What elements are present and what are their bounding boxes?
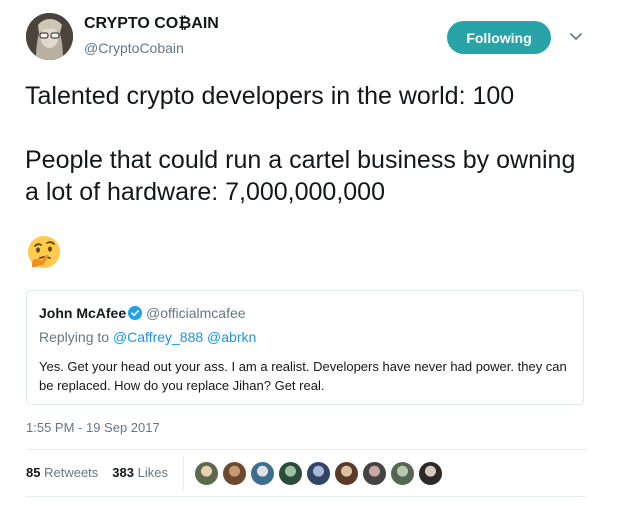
quoted-tweet-text: Yes. Get your head out your ass. I am a … [39, 359, 567, 393]
liker-avatar[interactable] [250, 461, 275, 486]
tweet-spacer [25, 112, 595, 144]
replying-to-mentions[interactable]: @Caffrey_888 @abrkn [113, 329, 256, 345]
tweet-line-2: People that could run a cartel business … [25, 146, 576, 206]
avatar-portrait-icon [26, 13, 73, 60]
replying-to: Replying to @Caffrey_888 @abrkn [39, 329, 256, 345]
likes-stat[interactable]: 383 Likes [112, 465, 168, 480]
liker-avatar[interactable] [418, 461, 443, 486]
tweet-text: Talented crypto developers in the world:… [25, 80, 595, 208]
liker-avatar[interactable] [334, 461, 359, 486]
liker-avatar[interactable] [362, 461, 387, 486]
thinking-face-icon [28, 236, 60, 268]
stats-separator [183, 456, 184, 490]
quoted-author-handle[interactable]: @officialmcafee [146, 305, 246, 321]
tweet-timestamp[interactable]: 1:55 PM - 19 Sep 2017 [26, 420, 160, 435]
author-avatar[interactable] [26, 13, 73, 60]
liker-avatar[interactable] [278, 461, 303, 486]
likes-count: 383 [112, 465, 134, 480]
retweets-stat[interactable]: 85 Retweets [26, 465, 98, 480]
verified-badge-icon [128, 306, 142, 320]
likes-label: Likes [137, 465, 168, 480]
tweet-line-1: Talented crypto developers in the world:… [25, 82, 515, 110]
author-name[interactable]: CRYPTO CO₿AIN [84, 15, 219, 33]
quoted-author-name[interactable]: John McAfee [39, 305, 126, 321]
divider-top [26, 449, 586, 450]
retweets-label: Retweets [44, 465, 99, 480]
author-handle[interactable]: @CryptoCobain [84, 40, 184, 56]
liker-avatar[interactable] [222, 461, 247, 486]
following-button[interactable]: Following [447, 21, 551, 54]
liker-avatar[interactable] [306, 461, 331, 486]
liker-avatar[interactable] [390, 461, 415, 486]
chevron-down-icon[interactable] [569, 29, 583, 43]
tweet-stats: 85 Retweets 383 Likes [26, 465, 168, 480]
liker-avatar[interactable] [194, 461, 219, 486]
retweets-count: 85 [26, 465, 41, 480]
replying-to-label: Replying to [39, 329, 110, 345]
quoted-tweet[interactable]: John McAfee @officialmcafee Replying to … [26, 290, 584, 405]
divider-bottom [26, 496, 586, 497]
